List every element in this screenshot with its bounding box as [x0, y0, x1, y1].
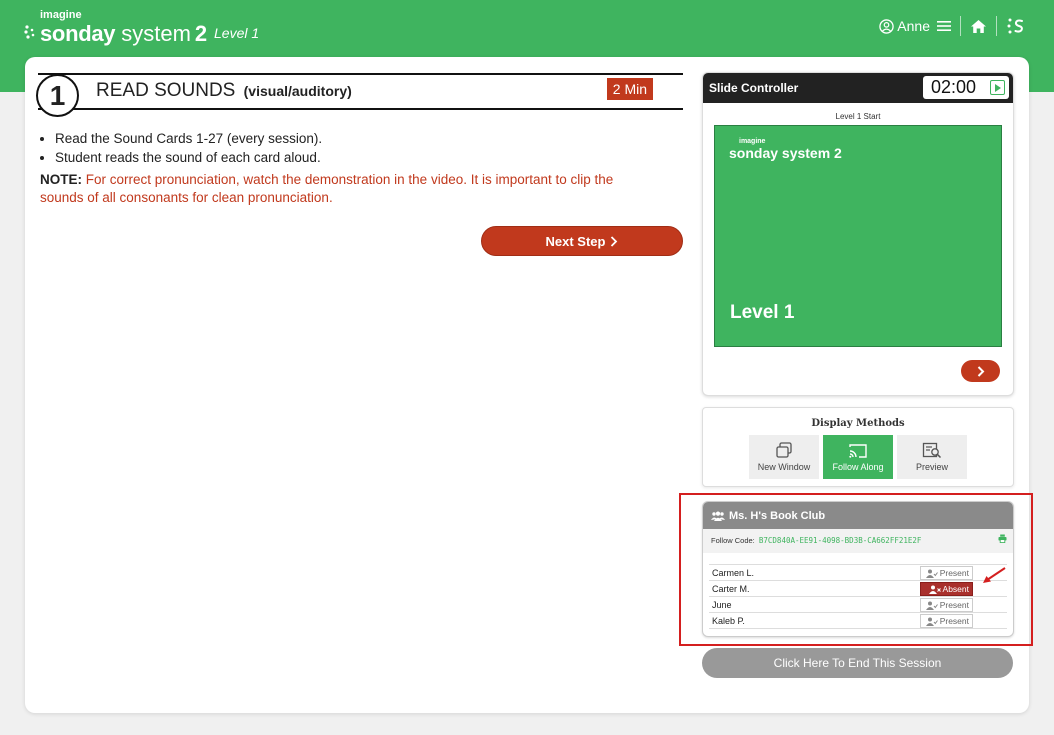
preview-button[interactable]: Preview	[897, 435, 967, 479]
play-icon[interactable]	[990, 80, 1005, 95]
instruction-list: Read the Sound Cards 1-27 (every session…	[55, 131, 322, 169]
next-slide-button[interactable]	[961, 360, 1000, 382]
slide-preview: imagine sonday system 2 Level 1	[714, 125, 1002, 347]
step-heading: 1 READ SOUNDS (visual/auditory) 2 Min	[36, 73, 683, 117]
level-label: Level 1	[214, 25, 260, 41]
slide-caption: Level 1 Start	[835, 112, 881, 121]
slide-logo-imagine: imagine	[739, 138, 766, 145]
note-label: NOTE:	[40, 172, 82, 187]
end-session-button[interactable]: Click Here To End This Session	[702, 648, 1013, 678]
home-icon[interactable]	[970, 19, 987, 34]
pronunciation-note: NOTE: For correct pronunciation, watch t…	[40, 171, 660, 207]
sprinkle-icon	[24, 25, 35, 39]
next-step-button[interactable]: Next Step	[481, 226, 683, 256]
display-methods-buttons: New Window Follow Along Preview	[749, 435, 967, 479]
new-window-icon	[776, 442, 792, 458]
timer-display: 02:00	[923, 76, 1009, 99]
logo-number: 2	[194, 21, 208, 46]
slide-controller-title: Slide Controller	[709, 81, 799, 95]
step-subtitle: (visual/auditory)	[243, 83, 352, 99]
note-text: For correct pronunciation, watch the dem…	[40, 172, 614, 205]
follow-along-button[interactable]: Follow Along	[823, 435, 893, 479]
new-window-label: New Window	[757, 462, 811, 472]
preview-icon	[922, 442, 942, 459]
slide-controller-panel: Slide Controller 02:00 Level 1 Start ima…	[702, 72, 1014, 396]
display-methods-panel: Display Methods New Window Follow Along	[702, 407, 1014, 487]
instruction-item: Student reads the sound of each card alo…	[55, 150, 322, 165]
slide-level-text: Level 1	[730, 302, 795, 323]
instruction-item: Read the Sound Cards 1-27 (every session…	[55, 131, 322, 146]
cast-icon	[849, 443, 867, 458]
highlight-box	[679, 493, 1033, 646]
user-icon[interactable]	[879, 18, 895, 34]
slide-controller-header: Slide Controller 02:00	[703, 73, 1013, 103]
main-card: 1 READ SOUNDS (visual/auditory) 2 Min Re…	[25, 57, 1033, 713]
step-number: 1	[36, 74, 79, 117]
user-name[interactable]: Anne	[897, 18, 930, 34]
step-title: READ SOUNDS (visual/auditory)	[96, 80, 352, 102]
annotation-arrow-icon	[983, 567, 1006, 583]
sonday-s-icon[interactable]	[1006, 16, 1026, 36]
logo-imagine-text: imagine	[40, 9, 82, 21]
preview-label: Preview	[915, 462, 948, 472]
hamburger-menu-icon[interactable]	[937, 20, 951, 32]
follow-along-label: Follow Along	[832, 461, 884, 472]
chevron-right-icon	[611, 235, 618, 247]
step-title-text: READ SOUNDS	[96, 80, 236, 101]
header-divider	[996, 16, 997, 36]
display-methods-title: Display Methods	[811, 418, 905, 429]
new-window-button[interactable]: New Window	[749, 435, 819, 479]
header-divider	[960, 16, 961, 36]
slide-logo: imagine sonday system 2	[729, 138, 842, 161]
chevron-right-icon	[977, 365, 984, 377]
duration-badge: 2 Min	[606, 78, 653, 100]
next-step-label: Next Step	[545, 233, 606, 249]
user-menu: Anne	[879, 16, 1026, 36]
timer-value: 02:00	[931, 77, 977, 97]
logo-word-sonday: sonday	[40, 21, 116, 46]
logo-word-system: system	[121, 21, 191, 46]
slide-logo-brand: sonday system 2	[729, 145, 842, 161]
